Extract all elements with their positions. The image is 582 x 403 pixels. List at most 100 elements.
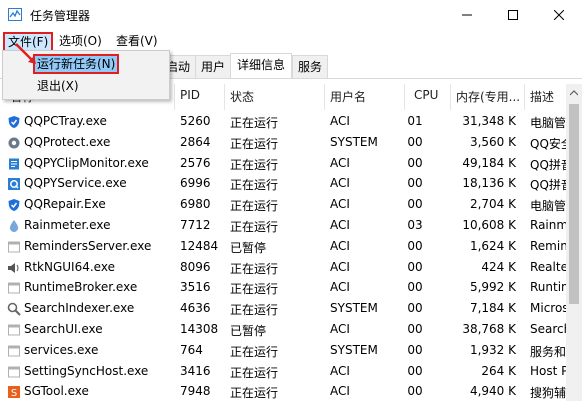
shield-icon [7,115,21,129]
table-row[interactable]: QQPCTray.exe 5260 正在运行 ACI 01 31,348 K 电脑管 [0,112,566,133]
cell-username: ACI [330,280,350,295]
cell-description: Rainme [530,217,566,232]
cell-pid: 5260 [180,114,211,128]
cell-pid: 8096 [180,259,211,274]
cell-description: Realtek [530,259,566,274]
cell-status: 已暂停 [230,323,267,338]
column-username[interactable]: 用户名 [330,88,366,105]
table-row[interactable]: RtkNGUI64.exe 8096 正在运行 ACI 00 424 K Realtek [0,258,566,279]
close-button[interactable] [536,0,582,30]
cell-name: SettingSyncHost.exe [24,363,149,378]
minimize-button[interactable] [444,0,490,30]
cell-cpu: 03 [407,217,423,232]
column-divider[interactable] [224,84,225,110]
tab-services[interactable]: 服务 [292,55,328,78]
cell-description: Runtim [530,280,566,295]
cell-username: ACI [330,238,350,253]
cell-memory: 10,608 K [462,217,516,232]
cell-status: 正在运行 [230,178,279,193]
cell-status: 正在运行 [230,219,279,234]
maximize-button[interactable] [490,0,536,30]
cell-status: 正在运行 [230,116,279,130]
table-row[interactable]: SearchIndexer.exe 4636 正在运行 SYSTEM 00 7,184 K… [0,299,566,320]
table-row[interactable]: services.exe 764 正在运行 SYSTEM 00 1,932 K 服务和 [0,341,566,362]
cell-description: 服务和 [530,344,566,359]
table-row[interactable]: RuntimeBroker.exe 3516 正在运行 ACI 00 5,992 K Run… [0,278,566,299]
cell-memory: 5,992 K [469,280,516,295]
column-status[interactable]: 状态 [230,88,254,105]
column-cpu[interactable]: CPU [414,88,438,102]
table-row[interactable]: QQProtect.exe 2864 正在运行 SYSTEM 00 3,560 K QQ安全 [0,133,566,154]
cell-username: ACI [330,259,350,274]
cell-memory: 264 K [481,363,516,378]
cell-pid: 764 [180,342,203,357]
menu-options[interactable]: 选项(O) [55,32,106,50]
column-divider[interactable] [450,84,451,110]
cell-name: SearchUI.exe [24,321,103,336]
column-memory[interactable]: 内存(专用... [456,88,520,105]
cell-name: SGTool.exe [24,384,89,399]
column-pid[interactable]: PID [180,88,200,102]
table-row[interactable]: QQPYClipMonitor.exe 2576 正在运行 ACI 00 49,184 K… [0,154,566,175]
exit-item[interactable]: 退出(X) [33,76,83,96]
close-icon [554,10,564,20]
title-bar: 任务管理器 [0,0,582,30]
cell-cpu: 00 [407,155,423,170]
cell-name: QQPYService.exe [24,176,127,191]
cell-username: ACI [330,384,350,399]
column-divider[interactable] [174,84,175,110]
table-row[interactable]: QQPYService.exe 6996 正在运行 ACI 00 18,136 K QQ拼音 [0,174,566,195]
minimize-icon [462,14,472,16]
cell-description: 搜狗辅 [530,386,566,401]
cell-cpu: 00 [407,363,423,378]
vertical-scrollbar[interactable] [566,84,582,401]
cell-memory: 3,560 K [469,134,516,149]
cell-pid: 2576 [180,155,211,170]
cell-memory: 38,768 K [462,321,516,336]
cell-username: ACI [330,363,350,378]
cell-pid: 6996 [180,176,211,191]
maximize-icon [508,10,518,20]
scroll-up-icon[interactable] [570,90,578,96]
menu-view[interactable]: 查看(V) [112,32,162,50]
search-icon [7,302,21,316]
menu-file[interactable]: 文件(F) [3,32,54,52]
cell-status: 正在运行 [230,157,279,172]
table-row[interactable]: SettingSyncHost.exe 3416 正在运行 ACI 00 264 K Hos… [0,362,566,383]
window-icon [7,240,21,254]
cell-status: 正在运行 [230,303,279,318]
cell-username: SYSTEM [330,134,378,149]
cell-pid: 7948 [180,384,211,399]
table-row[interactable]: S SGTool.exe 7948 正在运行 ACI 00 4,940 K 搜狗辅 [0,382,566,403]
cell-cpu: 00 [407,342,423,357]
cell-name: QQRepair.Exe [24,197,106,212]
column-description[interactable]: 描述 [530,88,554,105]
column-divider[interactable] [324,84,325,110]
run-new-task-item[interactable]: 运行新任务(N) [33,54,120,74]
window-icon [7,365,21,379]
cell-pid: 2864 [180,134,211,149]
cell-status: 正在运行 [230,261,279,276]
cell-name: QQPYClipMonitor.exe [24,155,149,170]
cell-pid: 7712 [180,217,211,232]
table-row[interactable]: QQRepair.Exe 6980 正在运行 ACI 00 2,704 K 电脑管 [0,195,566,216]
svg-text:S: S [11,388,17,399]
cell-username: ACI [330,114,350,128]
cell-pid: 12484 [180,238,219,253]
cell-name: QQPCTray.exe [24,114,107,128]
cell-status: 正在运行 [230,344,279,359]
column-divider[interactable] [524,84,525,110]
cell-status: 已暂停 [230,240,267,255]
cell-description: Search [530,321,566,336]
table-row[interactable]: Rainmeter.exe 7712 正在运行 ACI 03 10,608 K Rainme [0,216,566,237]
cell-cpu: 00 [407,384,423,399]
tab-users[interactable]: 用户 [195,55,231,78]
table-row[interactable]: RemindersServer.exe 12484 已暂停 ACI 00 1,624 K R… [0,237,566,258]
tab-details[interactable]: 详细信息 [230,53,292,78]
cell-cpu: 00 [407,197,423,212]
scroll-thumb[interactable] [569,104,579,304]
column-divider[interactable] [404,84,405,110]
table-row[interactable]: SearchUI.exe 14308 已暂停 ACI 00 38,768 K Search [0,320,566,341]
cell-cpu: 00 [407,176,423,191]
gear-icon [7,136,21,150]
